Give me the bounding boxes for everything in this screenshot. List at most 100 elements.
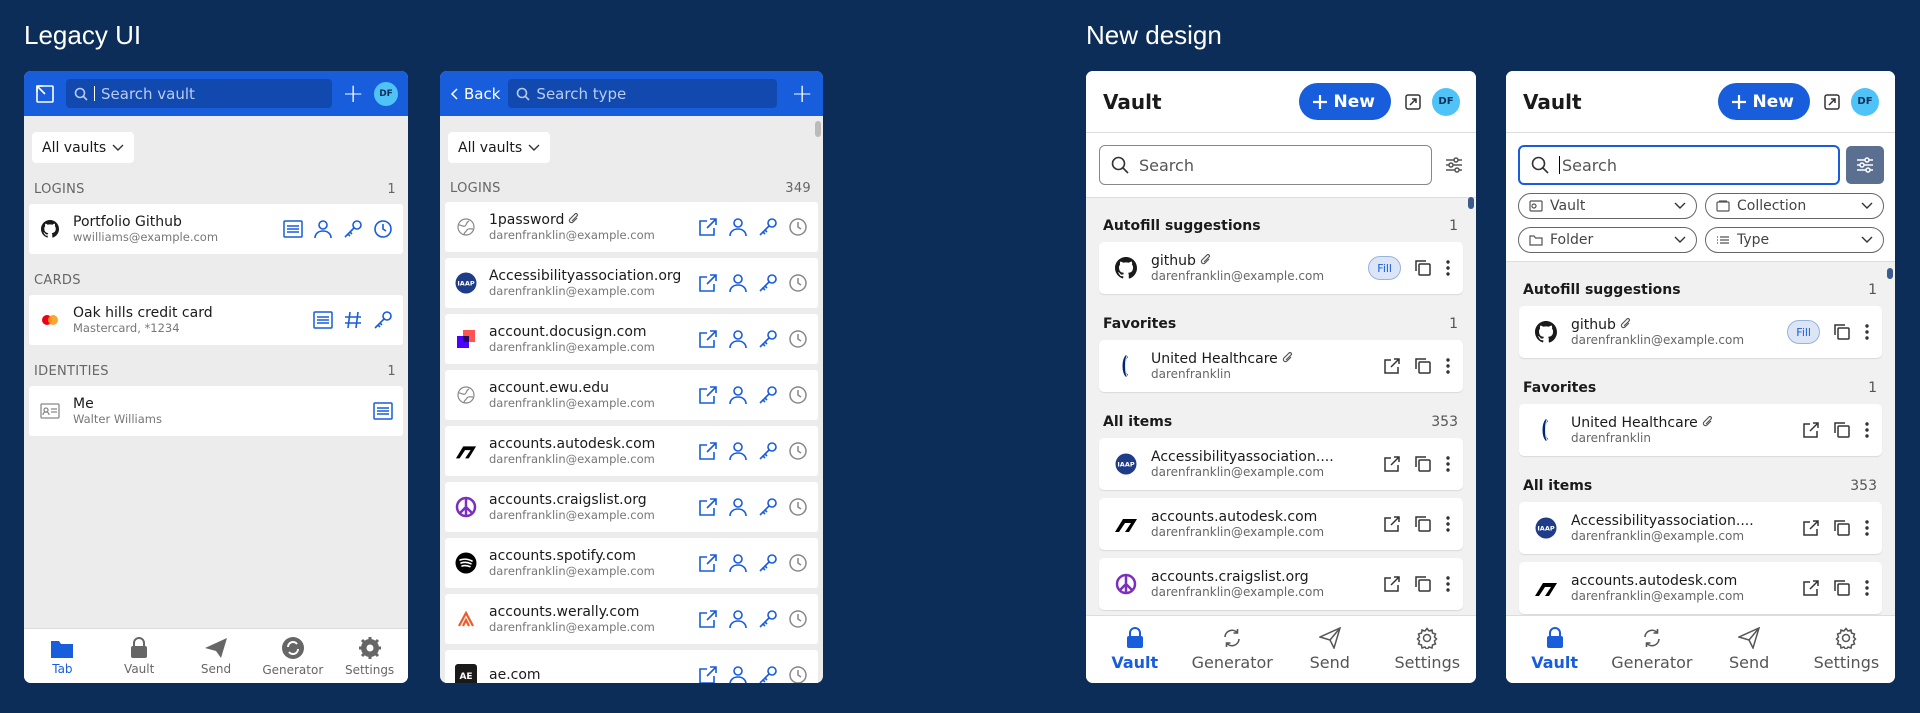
list-item[interactable]: accounts.craigslist.org darenfranklin@exa… — [1099, 558, 1463, 610]
more-vertical-icon[interactable] — [1445, 515, 1451, 533]
key-icon[interactable] — [758, 553, 778, 573]
tab-tab[interactable]: Tab — [24, 629, 101, 683]
key-icon[interactable] — [758, 497, 778, 517]
person-icon[interactable] — [728, 665, 748, 683]
copy-icon[interactable] — [1414, 515, 1432, 533]
key-icon[interactable] — [758, 273, 778, 293]
launch-icon[interactable] — [698, 665, 718, 683]
view-icon[interactable] — [313, 311, 333, 329]
clock-icon[interactable] — [788, 553, 808, 573]
launch-icon[interactable] — [1802, 421, 1820, 439]
vault-filter-dropdown[interactable]: All vaults — [32, 132, 135, 163]
vault-filter-dropdown[interactable]: All vaults — [448, 132, 551, 163]
person-icon[interactable] — [728, 385, 748, 405]
launch-icon[interactable] — [1802, 579, 1820, 597]
more-vertical-icon[interactable] — [1864, 323, 1870, 341]
tab-generator[interactable]: Generator — [1603, 616, 1700, 683]
list-item[interactable]: IAAP Accessibilityassociation.... darenfra… — [1099, 438, 1463, 490]
tab-generator[interactable]: Generator — [254, 629, 331, 683]
popout-icon[interactable] — [1823, 93, 1841, 111]
avatar[interactable]: DF — [1851, 87, 1879, 116]
add-item-button[interactable]: + — [791, 81, 813, 107]
clock-icon[interactable] — [788, 441, 808, 461]
person-icon[interactable] — [728, 553, 748, 573]
clock-icon[interactable] — [788, 385, 808, 405]
launch-icon[interactable] — [1383, 455, 1401, 473]
person-icon[interactable] — [728, 273, 748, 293]
popout-icon[interactable] — [1404, 93, 1422, 111]
list-item[interactable]: United Healthcare darenfranklin — [1099, 340, 1463, 392]
launch-icon[interactable] — [698, 497, 718, 517]
clock-icon[interactable] — [788, 609, 808, 629]
tab-vault[interactable]: Vault — [1086, 616, 1184, 683]
launch-icon[interactable] — [698, 217, 718, 237]
list-item[interactable]: accounts.autodesk.com darenfranklin@examp… — [1519, 562, 1882, 614]
launch-icon[interactable] — [698, 329, 718, 349]
launch-icon[interactable] — [1802, 519, 1820, 537]
copy-icon[interactable] — [1833, 579, 1851, 597]
tab-settings[interactable]: Settings — [331, 629, 408, 683]
copy-icon[interactable] — [1833, 323, 1851, 341]
launch-icon[interactable] — [1383, 357, 1401, 375]
key-icon[interactable] — [343, 219, 363, 239]
scrollbar[interactable] — [815, 121, 821, 137]
avatar[interactable]: DF — [1432, 87, 1460, 116]
copy-icon[interactable] — [1414, 575, 1432, 593]
copy-icon[interactable] — [1414, 357, 1432, 375]
launch-icon[interactable] — [1383, 515, 1401, 533]
launch-icon[interactable] — [698, 385, 718, 405]
search-vault-input[interactable]: Search vault — [66, 79, 333, 108]
person-icon[interactable] — [728, 609, 748, 629]
person-icon[interactable] — [728, 217, 748, 237]
view-icon[interactable] — [373, 402, 393, 420]
back-button[interactable]: Back — [450, 85, 500, 103]
search-input[interactable]: Search — [1518, 145, 1840, 185]
list-item[interactable]: accounts.autodesk.com darenfranklin@examp… — [445, 426, 818, 476]
hash-icon[interactable] — [343, 310, 363, 330]
list-item[interactable]: AE ae.com — [445, 650, 818, 683]
folder-filter-chip[interactable]: Folder — [1518, 227, 1697, 253]
more-vertical-icon[interactable] — [1864, 519, 1870, 537]
list-item[interactable]: Portfolio Github wwilliams@example.com — [29, 204, 403, 254]
view-icon[interactable] — [283, 220, 303, 238]
collection-filter-chip[interactable]: Collection — [1705, 193, 1884, 219]
more-vertical-icon[interactable] — [1445, 357, 1451, 375]
list-item[interactable]: accounts.craigslist.org darenfranklin@exa… — [445, 482, 818, 532]
list-item[interactable]: Oak hills credit card Mastercard, *1234 — [29, 295, 403, 345]
new-item-button[interactable]: New — [1717, 83, 1810, 120]
tab-vault[interactable]: Vault — [1506, 616, 1603, 683]
list-item[interactable]: github darenfranklin@example.com Fill — [1519, 306, 1882, 358]
list-item[interactable]: account.ewu.edu darenfranklin@example.com — [445, 370, 818, 420]
copy-icon[interactable] — [1414, 455, 1432, 473]
more-vertical-icon[interactable] — [1445, 455, 1451, 473]
key-icon[interactable] — [758, 609, 778, 629]
tab-send[interactable]: Send — [1701, 616, 1798, 683]
list-item[interactable]: United Healthcare darenfranklin — [1519, 404, 1882, 456]
person-icon[interactable] — [728, 441, 748, 461]
search-type-input[interactable]: Search type — [508, 79, 778, 108]
person-icon[interactable] — [313, 219, 333, 239]
list-item[interactable]: 1password darenfranklin@example.com — [445, 202, 818, 252]
new-item-button[interactable]: New — [1298, 83, 1391, 120]
launch-icon[interactable] — [1383, 575, 1401, 593]
key-icon[interactable] — [758, 385, 778, 405]
tab-settings[interactable]: Settings — [1379, 616, 1477, 683]
clock-icon[interactable] — [373, 219, 393, 239]
launch-icon[interactable] — [698, 609, 718, 629]
clock-icon[interactable] — [788, 665, 808, 683]
more-vertical-icon[interactable] — [1445, 575, 1451, 593]
person-icon[interactable] — [728, 329, 748, 349]
tab-generator[interactable]: Generator — [1184, 616, 1282, 683]
type-filter-chip[interactable]: Type — [1705, 227, 1884, 253]
key-icon[interactable] — [758, 441, 778, 461]
add-item-button[interactable]: + — [342, 81, 364, 107]
key-icon[interactable] — [758, 329, 778, 349]
launch-icon[interactable] — [698, 553, 718, 573]
list-item[interactable]: github darenfranklin@example.com Fill — [1099, 242, 1463, 294]
launch-icon[interactable] — [698, 441, 718, 461]
key-icon[interactable] — [373, 310, 393, 330]
scrollbar[interactable] — [1468, 197, 1474, 209]
avatar[interactable]: DF — [374, 81, 398, 106]
vault-filter-chip[interactable]: Vault — [1518, 193, 1697, 219]
more-vertical-icon[interactable] — [1864, 421, 1870, 439]
